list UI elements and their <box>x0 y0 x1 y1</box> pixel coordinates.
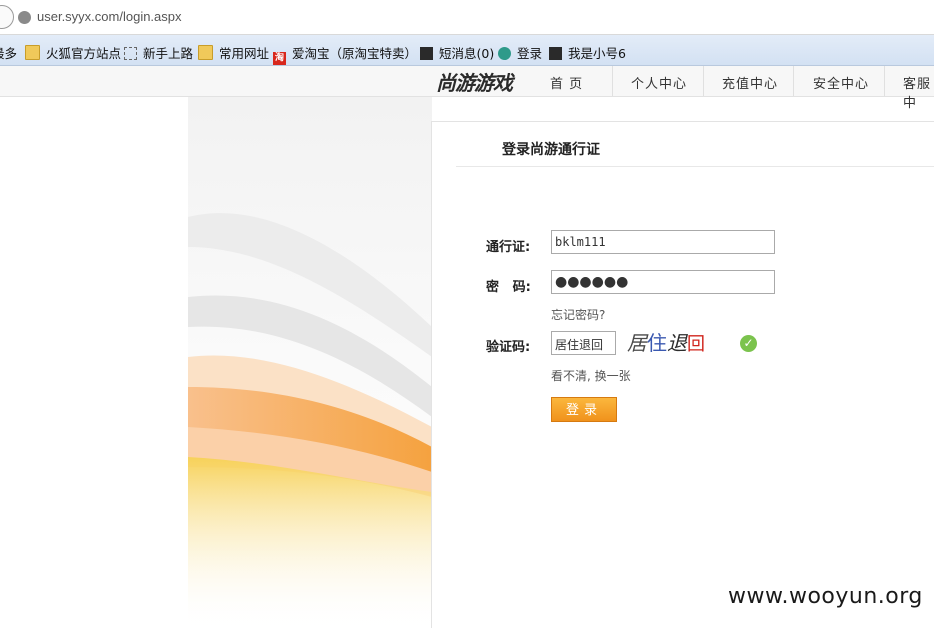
bookmark-label: 火狐官方站点 <box>46 46 122 61</box>
decorative-swoosh-image <box>188 97 432 627</box>
check-icon: ✓ <box>740 335 757 352</box>
folder-icon <box>198 45 213 60</box>
forgot-password-link[interactable]: 忘记密码? <box>551 306 605 323</box>
watermark-text: www.wooyun.org <box>728 584 923 609</box>
login-title: 登录尚游通行证 <box>502 142 600 158</box>
captcha-char: 回 <box>687 334 705 355</box>
bookmark-getting-started[interactable]: 新手上路 <box>124 43 193 62</box>
nav-divider <box>884 66 885 96</box>
password-label: 密 码: <box>486 280 531 295</box>
captcha-input[interactable]: 居住退回 <box>551 331 616 355</box>
captcha-char: 住 <box>647 331 667 355</box>
bookmark-ai-taobao[interactable]: 淘爱淘宝（原淘宝特卖） <box>273 43 417 65</box>
bookmark-label: 最多 <box>0 46 18 61</box>
nav-recharge-center[interactable]: 充值中心 <box>722 73 778 92</box>
bookmark-label: 登录 <box>517 46 543 61</box>
bookmark-login[interactable]: 登录 <box>498 43 542 62</box>
bookmarks-toolbar: 最多 火狐官方站点 新手上路 常用网址 淘爱淘宝（原淘宝特卖） 短消息(0) 登… <box>0 35 934 66</box>
account-label: 通行证: <box>486 240 531 255</box>
captcha-image[interactable]: 居住退回 <box>627 327 723 355</box>
nav-divider <box>703 66 704 96</box>
bookmark-firefox-site[interactable]: 火狐官方站点 <box>25 43 121 62</box>
globe-icon <box>498 47 511 60</box>
taobao-icon: 淘 <box>273 52 286 65</box>
bookmark-alt-account[interactable]: 我是小号6 <box>549 43 626 62</box>
nav-customer-service[interactable]: 客服中 <box>903 73 934 111</box>
url-bar[interactable]: user.syyx.com/login.aspx <box>0 0 934 35</box>
login-button[interactable]: 登录 <box>551 397 617 422</box>
back-button[interactable] <box>0 5 14 29</box>
account-input[interactable]: bklm111 <box>551 230 775 254</box>
nav-security-center[interactable]: 安全中心 <box>813 73 869 92</box>
nav-personal-center[interactable]: 个人中心 <box>631 73 687 92</box>
site-logo[interactable]: 尚游游戏 <box>436 67 513 96</box>
title-divider <box>456 166 934 167</box>
bookmark-label: 常用网址 <box>219 46 270 61</box>
site-identity-icon[interactable] <box>18 11 31 24</box>
dashed-page-icon <box>124 47 137 60</box>
password-input[interactable]: ●●●●●● <box>551 270 775 294</box>
nav-divider <box>793 66 794 96</box>
refresh-captcha-link[interactable]: 看不清, 换一张 <box>551 367 631 384</box>
bookmark-label: 爱淘宝（原淘宝特卖） <box>292 46 418 61</box>
nav-home[interactable]: 首 页 <box>550 73 583 92</box>
message-icon <box>420 47 433 60</box>
captcha-char: 居 <box>627 331 647 355</box>
message-icon <box>549 47 562 60</box>
site-header: 尚游游戏 首 页 个人中心 充值中心 安全中心 客服中 <box>0 66 934 111</box>
bookmark-most-visited[interactable]: 最多 <box>0 43 17 62</box>
nav-divider <box>612 66 613 96</box>
bookmark-common-sites[interactable]: 常用网址 <box>198 43 269 62</box>
folder-icon <box>25 45 40 60</box>
bookmark-messages[interactable]: 短消息(0) <box>420 43 494 62</box>
captcha-label: 验证码: <box>486 340 531 355</box>
bookmark-label: 新手上路 <box>143 46 194 61</box>
bookmark-label: 短消息(0) <box>439 46 495 61</box>
url-text[interactable]: user.syyx.com/login.aspx <box>37 9 182 24</box>
login-panel: 登录尚游通行证 <box>431 121 934 628</box>
bookmark-label: 我是小号6 <box>568 46 626 61</box>
captcha-char: 退 <box>667 331 687 355</box>
